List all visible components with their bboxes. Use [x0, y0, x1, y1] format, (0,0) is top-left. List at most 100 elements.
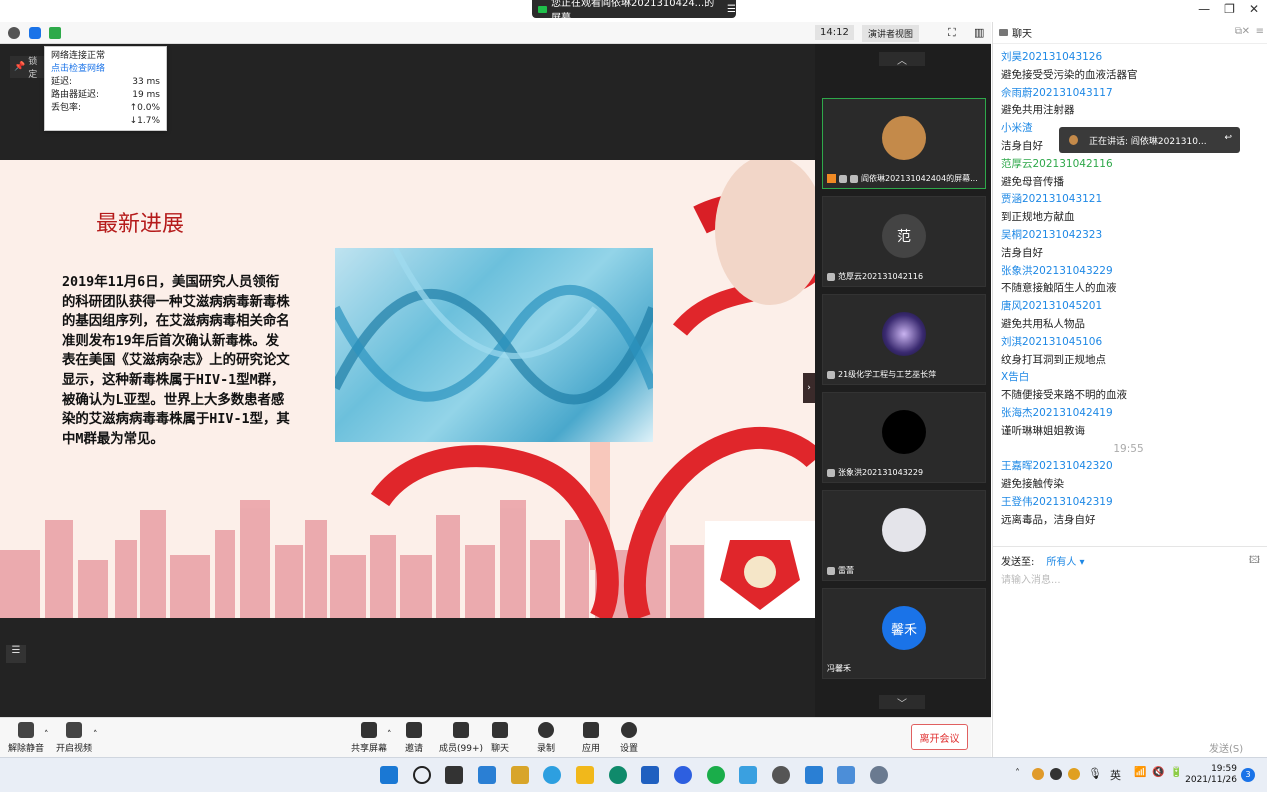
view-mode-button[interactable]: 演讲者视图 [862, 25, 920, 42]
participant-tile[interactable]: 馨禾 冯馨禾 [822, 588, 986, 679]
participant-tile[interactable]: 范 范厚云202131042116 [822, 196, 986, 287]
lock-button[interactable]: 📌 锁定 [10, 56, 44, 80]
minimize-icon[interactable]: — [1198, 2, 1210, 16]
wechat-icon[interactable] [707, 766, 725, 784]
chat-sender[interactable]: 唐风202131045201 [1001, 298, 1256, 316]
chat-sender[interactable]: 吴桐202131042323 [1001, 227, 1256, 245]
chat-sender[interactable]: 王登伟202131042319 [1001, 494, 1256, 512]
participant-name: 冯馨禾 [827, 664, 851, 673]
participant-tile[interactable]: 阎依琳2021310424​04的屏幕... [822, 98, 986, 189]
notification-badge[interactable]: 3 [1241, 768, 1255, 782]
app-icon[interactable] [511, 766, 529, 784]
qq-icon[interactable] [1068, 768, 1080, 780]
close-icon[interactable]: ✕ [1249, 2, 1259, 16]
browser-icon[interactable] [543, 766, 561, 784]
edge-icon[interactable] [609, 766, 627, 784]
chat-sender[interactable]: 刘昊202131043126 [1001, 49, 1256, 67]
scroll-up-icon[interactable]: ︿ [879, 52, 925, 67]
chevron-right-icon[interactable]: › [803, 373, 815, 403]
slide-body-text: 2019年11月6日，美国研究人员领衔的科研团队获得一种艾滋病病毒新毒株的基因组… [62, 275, 290, 447]
divider [993, 546, 1267, 547]
chat-sender[interactable]: 张象洪202131043229 [1001, 263, 1256, 281]
sidebar-toggle-icon[interactable]: ▥ [974, 26, 984, 39]
share-screen-button[interactable]: 共享屏幕 [351, 722, 387, 754]
chat-button[interactable]: 聊天 [491, 722, 509, 754]
chat-sender[interactable]: 贾涵202131043121 [1001, 191, 1256, 209]
reply-icon[interactable]: ↩ [1224, 133, 1232, 143]
menu-icon[interactable]: ≡ [1256, 26, 1264, 37]
chat-sender[interactable]: 刘淇202131045106 [1001, 334, 1256, 352]
signal-icon[interactable] [49, 27, 61, 39]
avatar [882, 410, 926, 454]
task-view-icon[interactable] [445, 766, 463, 784]
chat-message: 到正规地方献血 [1001, 211, 1075, 224]
widgets-icon[interactable] [478, 766, 496, 784]
meeting-timer: 14:12 [815, 25, 854, 40]
chat-sender[interactable]: X告白 [1001, 369, 1256, 387]
wifi-icon[interactable]: 📶 [1134, 767, 1146, 778]
recipient-select[interactable]: 所有人 ▾ [1046, 553, 1084, 568]
invite-button[interactable]: 邀请 [405, 722, 423, 754]
close-icon[interactable]: ✕ [1242, 26, 1250, 37]
leave-meeting-button[interactable]: 离开会议 [911, 724, 968, 750]
host-icon [827, 174, 836, 183]
start-video-button[interactable]: 开启视频 [56, 722, 92, 754]
chat-message: 纹身打耳洞到正规地点 [1001, 353, 1106, 366]
chat-sender[interactable]: 王嘉晖202131042320 [1001, 458, 1256, 476]
participant-tile[interactable]: 雷蕾 [822, 490, 986, 581]
video-player-icon[interactable] [739, 766, 757, 784]
fullscreen-icon[interactable]: ⛶ [948, 26, 956, 40]
meeting-app-icon[interactable] [837, 766, 855, 784]
avatar [882, 116, 926, 160]
image-icon[interactable]: 🖾 [1249, 553, 1260, 570]
info-icon[interactable] [8, 27, 20, 39]
participant-tile[interactable]: 张象洪202131043229 [822, 392, 986, 483]
ime-indicator[interactable]: 英 [1110, 767, 1121, 783]
chevron-up-icon[interactable]: ˄ [44, 730, 49, 740]
pin-icon: 📌 [14, 62, 26, 72]
settings-button[interactable]: 设置 [620, 722, 638, 754]
chat-sender[interactable]: 范厚云202131042116 [1001, 156, 1256, 174]
avatar [882, 508, 926, 552]
chat-sender[interactable]: 张海杰202131042419 [1001, 405, 1256, 423]
shield-icon[interactable] [29, 27, 41, 39]
system-clock[interactable]: 19:59 2021/11/26 [1185, 764, 1237, 786]
chat-input[interactable]: 请输入消息... [1001, 571, 1061, 586]
folder-icon[interactable] [576, 766, 594, 784]
search-icon[interactable] [413, 766, 431, 784]
volume-muted-icon[interactable]: 🔇 [1152, 767, 1164, 778]
photos-icon[interactable] [805, 766, 823, 784]
chevron-up-icon[interactable]: ˄ [93, 730, 98, 740]
unmute-button[interactable]: 解除静音 [8, 722, 44, 754]
list-icon[interactable]: ☰ [6, 645, 26, 663]
app-icon[interactable] [772, 766, 790, 784]
screen-share-banner[interactable]: 您正在观看阎依琳2021310424...的屏幕 ☰ [532, 0, 736, 24]
tray-icon[interactable] [1050, 768, 1062, 780]
chat-message-list: 刘昊202131043126 避免接受受污染的血液活器官 佘雨蔚20213104… [1001, 49, 1256, 530]
chat-sender[interactable]: 佘雨蔚202131043117 [1001, 85, 1256, 103]
store-icon[interactable] [641, 766, 659, 784]
avatar [882, 312, 926, 356]
start-icon[interactable] [380, 766, 398, 784]
restore-icon[interactable]: ❐ [1224, 2, 1235, 16]
record-button[interactable]: 录制 [537, 722, 555, 754]
participant-tile[interactable]: 21级化学工程与工艺巫长萍 [822, 294, 986, 385]
camera-icon [538, 5, 548, 13]
chat-message: 不随便接受来路不明的血液 [1001, 389, 1127, 402]
chat-header: 聊天 ⧉ ✕ ≡ [993, 22, 1267, 44]
microphone-icon[interactable]: 🎙 [1088, 767, 1102, 780]
app-icon[interactable] [674, 766, 692, 784]
check-network-link[interactable]: 点击检查网络 [51, 63, 160, 76]
apps-button[interactable]: 应用 [582, 722, 600, 754]
menu-icon[interactable]: ☰ [727, 4, 736, 15]
members-button[interactable]: 成员(99+) [439, 722, 483, 754]
chevron-up-icon[interactable]: ˄ [387, 730, 392, 740]
tray-icon[interactable] [1032, 768, 1044, 780]
send-button[interactable]: 发送(S) [1209, 740, 1243, 755]
window-controls: — ❐ ✕ [1198, 2, 1259, 16]
chevron-up-icon[interactable]: ˄ [1015, 768, 1020, 779]
mic-muted-icon [827, 370, 835, 379]
battery-icon[interactable]: 🔋 [1170, 767, 1182, 778]
gear-icon[interactable] [870, 766, 888, 784]
scroll-down-icon[interactable]: ﹀ [879, 695, 925, 710]
